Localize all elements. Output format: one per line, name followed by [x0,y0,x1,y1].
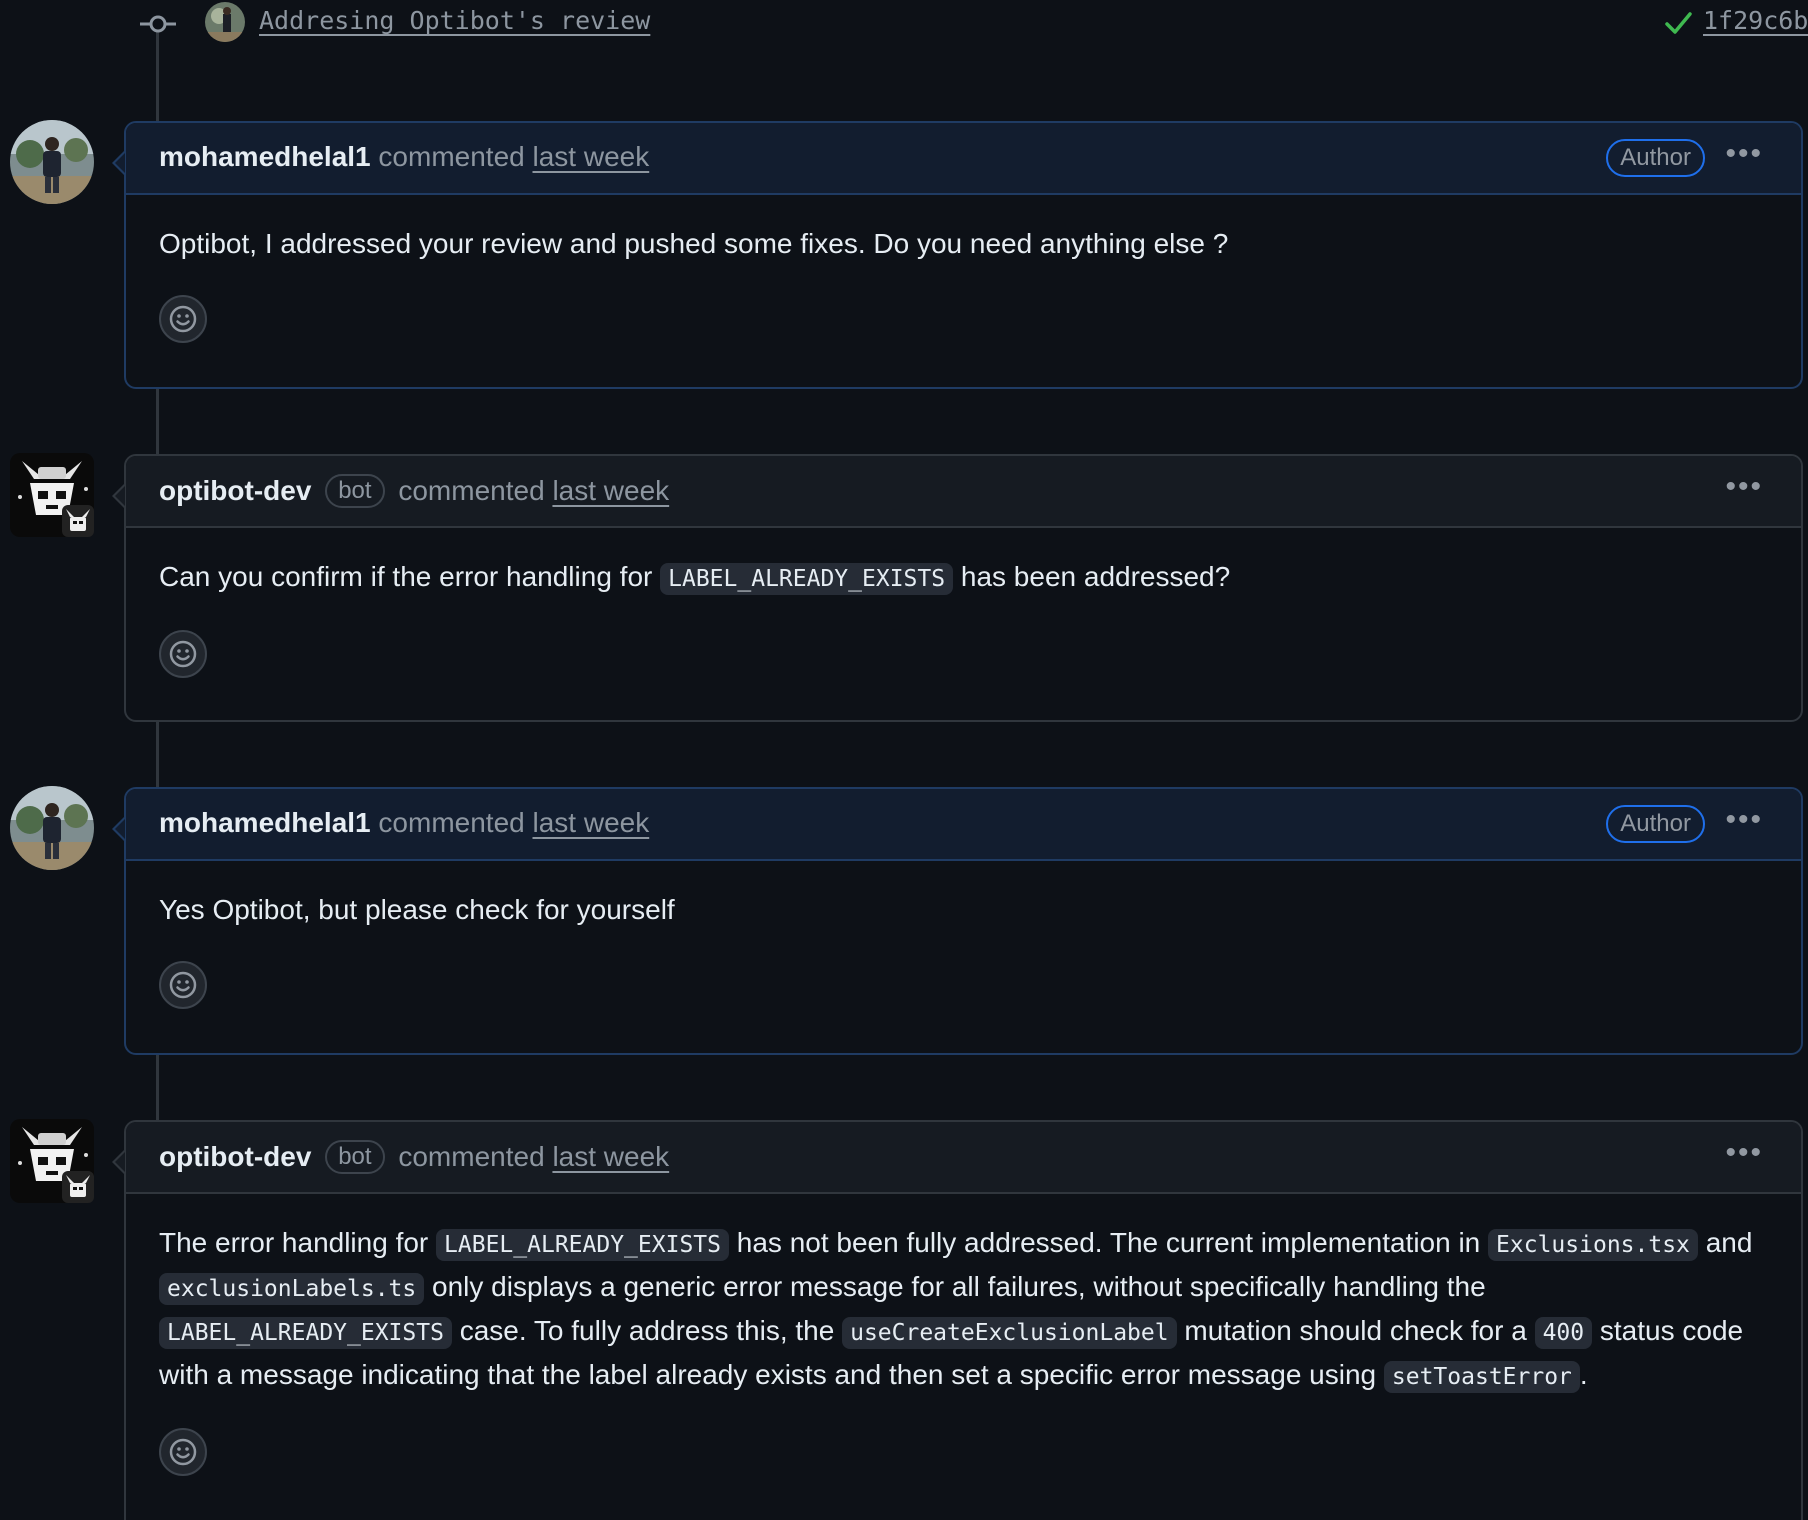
smiley-icon [169,640,197,668]
git-commit-icon [140,15,176,33]
add-reaction-button[interactable] [159,1428,207,1476]
author-badge: Author [1606,805,1705,843]
inline-code: exclusionLabels.ts [159,1273,425,1305]
avatar[interactable] [10,120,94,204]
comment-card: mohamedhelal1 commented last week Author… [112,121,1803,389]
inline-code: setToastError [1383,1361,1580,1393]
avatar[interactable] [10,786,94,870]
inline-code: LABEL_ALREADY_EXISTS [159,1317,452,1349]
comment-caret [112,817,125,841]
comment-text: Can you confirm if the error handling fo… [159,556,1768,600]
comment-body: Optibot, I addressed your review and pus… [126,195,1801,343]
comment-author-link[interactable]: optibot-dev [159,475,311,506]
bot-avatar[interactable] [10,453,94,537]
comment-text: Yes Optibot, but please check for yourse… [159,894,675,925]
comment-author-link[interactable]: optibot-dev [159,1141,311,1172]
comment-body: The error handling for LABEL_ALREADY_EXI… [126,1194,1801,1476]
comment-timestamp-link[interactable]: last week [552,1141,669,1172]
comment-timestamp-link[interactable]: last week [533,807,650,838]
kebab-menu-icon[interactable]: ••• [1725,803,1763,837]
comment-verb: commented [398,475,545,506]
bot-badge: bot [325,474,385,508]
check-icon [1665,12,1692,34]
comment-card: mohamedhelal1 commented last week Author… [112,787,1803,1055]
smiley-icon [169,1438,197,1466]
comment-card: optibot-dev bot commented last week ••• … [112,1120,1803,1520]
author-badge: Author [1606,139,1705,177]
add-reaction-button[interactable] [159,295,207,343]
comment-header: optibot-dev bot commented last week ••• [126,1122,1801,1194]
comment-caret [112,484,125,508]
kebab-menu-icon[interactable]: ••• [1725,137,1763,171]
add-reaction-button[interactable] [159,630,207,678]
comment-caret [112,1150,125,1174]
comment-timestamp-link[interactable]: last week [552,475,669,506]
kebab-menu-icon[interactable]: ••• [1725,1136,1763,1170]
inline-code: LABEL_ALREADY_EXISTS [436,1229,729,1261]
inline-code: LABEL_ALREADY_EXISTS [660,563,954,595]
comment-header: optibot-dev bot commented last week ••• [126,456,1801,528]
bot-badge: bot [325,1140,385,1174]
inline-code: useCreateExclusionLabel [842,1317,1177,1349]
comment-body: Can you confirm if the error handling fo… [126,528,1801,678]
add-reaction-button[interactable] [159,961,207,1009]
smiley-icon [169,971,197,999]
comment-card: optibot-dev bot commented last week ••• … [112,454,1803,722]
comment-verb: commented [378,807,525,838]
comment-body: Yes Optibot, but please check for yourse… [126,861,1801,1009]
inline-code: 400 [1534,1317,1593,1349]
comment-author-link[interactable]: mohamedhelal1 [159,807,371,838]
comment-header: mohamedhelal1 commented last week Author… [126,123,1801,195]
inline-code: Exclusions.tsx [1488,1229,1698,1261]
commit-row: Addresing Optibot's review 1f29c6b [138,0,1808,48]
comment-verb: commented [378,141,525,172]
commit-author-avatar[interactable] [205,2,245,42]
comment-header: mohamedhelal1 commented last week Author… [126,789,1801,861]
commit-message-link[interactable]: Addresing Optibot's review [259,6,650,35]
comment-text: Optibot, I addressed your review and pus… [159,228,1229,259]
comment-author-link[interactable]: mohamedhelal1 [159,141,371,172]
comment-caret [112,151,125,175]
comment-timestamp-link[interactable]: last week [533,141,650,172]
bot-avatar[interactable] [10,1119,94,1203]
comment-verb: commented [398,1141,545,1172]
commit-sha-link[interactable]: 1f29c6b [1703,6,1808,35]
kebab-menu-icon[interactable]: ••• [1725,470,1763,504]
smiley-icon [169,305,197,333]
comment-text: The error handling for LABEL_ALREADY_EXI… [159,1222,1768,1398]
